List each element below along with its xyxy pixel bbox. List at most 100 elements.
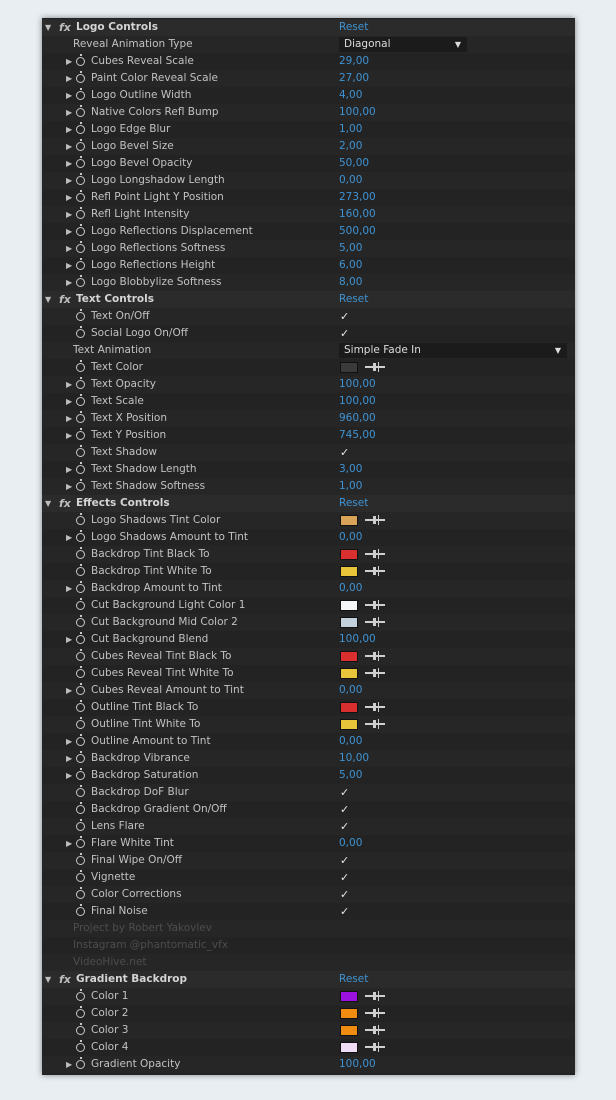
stopwatch-icon[interactable] <box>76 224 85 236</box>
property-value[interactable]: 0,00 <box>339 580 362 597</box>
property-value[interactable]: 0,00 <box>339 172 362 189</box>
stopwatch-icon[interactable] <box>76 853 85 865</box>
checkbox-checked[interactable]: ✓ <box>340 886 349 903</box>
eyedropper-icon[interactable] <box>365 651 385 662</box>
stopwatch-icon[interactable] <box>76 326 85 338</box>
property-value[interactable]: 5,00 <box>339 240 362 257</box>
color-swatch[interactable] <box>340 1008 358 1019</box>
stopwatch-icon[interactable] <box>76 802 85 814</box>
eyedropper-icon[interactable] <box>365 362 385 373</box>
stopwatch-icon[interactable] <box>76 530 85 542</box>
stopwatch-icon[interactable] <box>76 428 85 440</box>
color-swatch[interactable] <box>340 515 358 526</box>
property-value[interactable]: 100,00 <box>339 631 376 648</box>
stopwatch-icon[interactable] <box>76 1023 85 1035</box>
property-value[interactable]: 0,00 <box>339 835 362 852</box>
eyedropper-icon[interactable] <box>365 566 385 577</box>
stopwatch-icon[interactable] <box>76 819 85 831</box>
property-value[interactable]: 4,00 <box>339 87 362 104</box>
reset-link[interactable]: Reset <box>339 495 368 512</box>
eyedropper-icon[interactable] <box>365 719 385 730</box>
expand-arrow-icon[interactable]: ▶ <box>66 767 74 784</box>
color-swatch[interactable] <box>340 566 358 577</box>
property-value[interactable]: 273,00 <box>339 189 376 206</box>
checkbox-checked[interactable]: ✓ <box>340 852 349 869</box>
expand-arrow-icon[interactable]: ▶ <box>66 393 74 410</box>
expand-arrow-icon[interactable]: ▶ <box>66 257 74 274</box>
dropdown-select[interactable]: Simple Fade In ▼ <box>339 343 567 358</box>
property-value[interactable]: 2,00 <box>339 138 362 155</box>
stopwatch-icon[interactable] <box>76 564 85 576</box>
eyedropper-icon[interactable] <box>365 1008 385 1019</box>
reset-link[interactable]: Reset <box>339 971 368 988</box>
color-swatch[interactable] <box>340 668 358 679</box>
expand-arrow-icon[interactable]: ▶ <box>66 172 74 189</box>
stopwatch-icon[interactable] <box>76 139 85 151</box>
stopwatch-icon[interactable] <box>76 241 85 253</box>
checkbox-checked[interactable]: ✓ <box>340 801 349 818</box>
eyedropper-icon[interactable] <box>365 617 385 628</box>
stopwatch-icon[interactable] <box>76 632 85 644</box>
stopwatch-icon[interactable] <box>76 275 85 287</box>
expand-arrow-icon[interactable]: ▶ <box>66 478 74 495</box>
expand-arrow-icon[interactable]: ▶ <box>66 206 74 223</box>
stopwatch-icon[interactable] <box>76 462 85 474</box>
stopwatch-icon[interactable] <box>76 649 85 661</box>
stopwatch-icon[interactable] <box>76 734 85 746</box>
color-swatch[interactable] <box>340 549 358 560</box>
expand-arrow-icon[interactable]: ▼ <box>45 495 53 512</box>
color-swatch[interactable] <box>340 362 358 373</box>
stopwatch-icon[interactable] <box>76 836 85 848</box>
stopwatch-icon[interactable] <box>76 88 85 100</box>
stopwatch-icon[interactable] <box>76 105 85 117</box>
stopwatch-icon[interactable] <box>76 411 85 423</box>
expand-arrow-icon[interactable]: ▶ <box>66 835 74 852</box>
stopwatch-icon[interactable] <box>76 598 85 610</box>
property-value[interactable]: 27,00 <box>339 70 369 87</box>
stopwatch-icon[interactable] <box>76 615 85 627</box>
stopwatch-icon[interactable] <box>76 870 85 882</box>
dropdown-select[interactable]: Diagonal ▼ <box>339 37 467 52</box>
stopwatch-icon[interactable] <box>76 547 85 559</box>
expand-arrow-icon[interactable]: ▶ <box>66 121 74 138</box>
stopwatch-icon[interactable] <box>76 190 85 202</box>
property-value[interactable]: 100,00 <box>339 104 376 121</box>
property-value[interactable]: 3,00 <box>339 461 362 478</box>
stopwatch-icon[interactable] <box>76 71 85 83</box>
checkbox-checked[interactable]: ✓ <box>340 325 349 342</box>
eyedropper-icon[interactable] <box>365 668 385 679</box>
stopwatch-icon[interactable] <box>76 717 85 729</box>
eyedropper-icon[interactable] <box>365 549 385 560</box>
stopwatch-icon[interactable] <box>76 1006 85 1018</box>
stopwatch-icon[interactable] <box>76 785 85 797</box>
expand-arrow-icon[interactable]: ▶ <box>66 1056 74 1073</box>
eyedropper-icon[interactable] <box>365 600 385 611</box>
property-value[interactable]: 8,00 <box>339 274 362 291</box>
property-value[interactable]: 5,00 <box>339 767 362 784</box>
color-swatch[interactable] <box>340 600 358 611</box>
stopwatch-icon[interactable] <box>76 377 85 389</box>
stopwatch-icon[interactable] <box>76 1040 85 1052</box>
property-value[interactable]: 6,00 <box>339 257 362 274</box>
color-swatch[interactable] <box>340 617 358 628</box>
stopwatch-icon[interactable] <box>76 54 85 66</box>
property-value[interactable]: 50,00 <box>339 155 369 172</box>
stopwatch-icon[interactable] <box>76 360 85 372</box>
stopwatch-icon[interactable] <box>76 479 85 491</box>
property-value[interactable]: 160,00 <box>339 206 376 223</box>
stopwatch-icon[interactable] <box>76 581 85 593</box>
eyedropper-icon[interactable] <box>365 1025 385 1036</box>
stopwatch-icon[interactable] <box>76 904 85 916</box>
expand-arrow-icon[interactable]: ▶ <box>66 682 74 699</box>
expand-arrow-icon[interactable]: ▼ <box>45 971 53 988</box>
stopwatch-icon[interactable] <box>76 683 85 695</box>
property-value[interactable]: 100,00 <box>339 393 376 410</box>
property-value[interactable]: 960,00 <box>339 410 376 427</box>
expand-arrow-icon[interactable]: ▶ <box>66 376 74 393</box>
property-value[interactable]: 100,00 <box>339 376 376 393</box>
stopwatch-icon[interactable] <box>76 700 85 712</box>
checkbox-checked[interactable]: ✓ <box>340 903 349 920</box>
eyedropper-icon[interactable] <box>365 991 385 1002</box>
expand-arrow-icon[interactable]: ▶ <box>66 580 74 597</box>
stopwatch-icon[interactable] <box>76 1057 85 1069</box>
